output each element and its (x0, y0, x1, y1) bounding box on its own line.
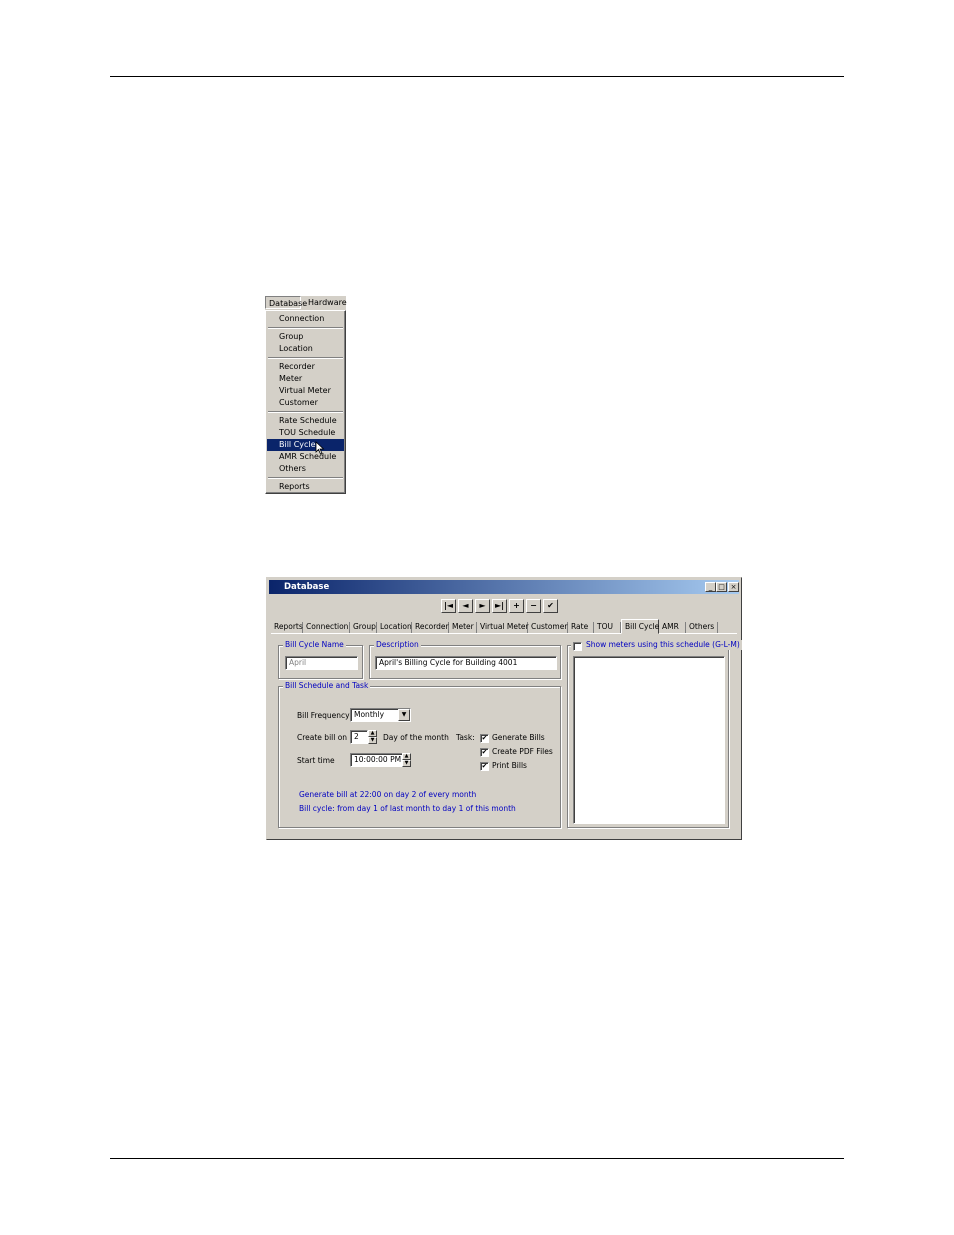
chevron-down-icon[interactable]: ▼ (398, 709, 410, 721)
mouse-pointer-icon (315, 441, 325, 455)
spin-down-icon[interactable]: ▼ (368, 737, 377, 744)
menu-item-tou-schedule[interactable]: TOU Schedule (267, 427, 344, 439)
menu-bar: Database Hardware (265, 296, 347, 310)
maximize-button[interactable]: □ (716, 582, 727, 592)
tab-others[interactable]: Others (686, 622, 718, 633)
menu-item-reports[interactable]: Reports (267, 481, 344, 493)
create-bill-day-input[interactable]: 2 (350, 730, 368, 744)
task-checkbox-create-pdf-files[interactable]: ✔ (480, 748, 489, 757)
menu-item-meter[interactable]: Meter (267, 373, 344, 385)
tab-recorder[interactable]: Recorder (412, 622, 449, 633)
tab-strip: Reports Connection Group Location Recorder Me… (271, 619, 739, 634)
bill-cycle-name-input[interactable]: April (285, 656, 358, 670)
task-label-create-pdf-files[interactable]: Create PDF Files (492, 747, 553, 757)
create-bill-stepper[interactable]: ▲ ▼ (368, 730, 377, 744)
description-label: Description (374, 640, 421, 650)
bill-cycle-name-group: Bill Cycle Name April (278, 640, 363, 679)
footer-rule (110, 1158, 844, 1159)
tab-virtual-meter[interactable]: Virtual Meter (477, 622, 529, 633)
header-rule (110, 76, 844, 77)
tab-divider (271, 633, 737, 634)
menu-item-bill-cycle[interactable]: Bill Cycle (267, 439, 344, 451)
add-record-button[interactable]: + (509, 599, 524, 613)
menu-item-others[interactable]: Others (267, 463, 344, 475)
delete-record-button[interactable]: − (526, 599, 541, 613)
menu-item-recorder[interactable]: Recorder (267, 361, 344, 373)
minimize-button[interactable]: _ (705, 582, 716, 592)
close-button[interactable]: × (728, 582, 739, 592)
next-record-button[interactable]: ► (475, 599, 490, 613)
spin-up-icon[interactable]: ▲ (402, 753, 411, 760)
menu-item-connection[interactable]: Connection (267, 313, 344, 325)
show-meters-checkbox[interactable] (573, 642, 582, 651)
first-record-button[interactable]: |◄ (441, 599, 456, 613)
task-label-generate-bills[interactable]: Generate Bills (492, 733, 545, 743)
tab-rate[interactable]: Rate (568, 622, 594, 633)
tab-connection[interactable]: Connection (303, 622, 350, 633)
bill-schedule-group: Bill Schedule and Task Bill Frequency Mo… (278, 681, 561, 828)
meters-group: Show meters using this schedule (G-L-M) (567, 640, 742, 828)
tab-tou[interactable]: TOU (594, 622, 621, 633)
last-record-button[interactable]: ►| (492, 599, 507, 613)
menu-item-group[interactable]: Group (267, 331, 344, 343)
tab-customer[interactable]: Customer (528, 622, 568, 633)
tab-location[interactable]: Location (377, 622, 412, 633)
tab-amr[interactable]: AMR (659, 622, 686, 633)
save-record-button[interactable]: ✔ (543, 599, 558, 613)
menu-separator (268, 411, 343, 413)
cycle-summary-text: Bill cycle: from day 1 of last month to … (299, 804, 516, 813)
bill-cycle-name-label: Bill Cycle Name (283, 640, 346, 650)
meters-list[interactable] (573, 656, 725, 824)
database-dropdown: Connection Group Location Recorder Meter Virt… (265, 310, 346, 494)
menu-database[interactable]: Database (265, 296, 307, 309)
task-checkbox-generate-bills[interactable]: ✔ (480, 734, 489, 743)
menu-item-amr-schedule[interactable]: AMR Schedule (267, 451, 344, 463)
tab-meter[interactable]: Meter (449, 622, 477, 633)
task-label-print-bills[interactable]: Print Bills (492, 761, 527, 771)
start-time-label: Start time (297, 756, 335, 765)
spin-up-icon[interactable]: ▲ (368, 730, 377, 737)
bill-schedule-title: Bill Schedule and Task (283, 681, 371, 691)
menu-hardware[interactable]: Hardware (305, 296, 350, 309)
create-bill-suffix: Day of the month (383, 733, 449, 742)
menu-separator (268, 477, 343, 479)
prev-record-button[interactable]: ◄ (458, 599, 473, 613)
menu-item-customer[interactable]: Customer (267, 397, 344, 409)
task-checkbox-print-bills[interactable]: ✔ (480, 762, 489, 771)
menu-item-virtual-meter[interactable]: Virtual Meter (267, 385, 344, 397)
start-time-input[interactable]: 10:00:00 PM (350, 753, 403, 767)
show-meters-label[interactable]: Show meters using this schedule (G-L-M) (584, 640, 742, 650)
menu-separator (268, 357, 343, 359)
title-bar[interactable]: Database _ □ × (269, 580, 739, 594)
create-bill-label: Create bill on (297, 733, 348, 742)
schedule-summary-text: Generate bill at 22:00 on day 2 of every… (299, 790, 477, 799)
task-label: Task: (456, 733, 475, 742)
description-group: Description April's Billing Cycle for Bu… (369, 640, 561, 679)
menu-separator (268, 327, 343, 329)
bill-frequency-label: Bill Frequency (297, 711, 350, 720)
menu-item-location[interactable]: Location (267, 343, 344, 355)
database-window: Database _ □ × |◄ ◄ ► ►| + − ✔ Reports Connecti… (266, 577, 742, 840)
tab-bill-cycle[interactable]: Bill Cycle (621, 619, 659, 634)
menu-item-rate-schedule[interactable]: Rate Schedule (267, 415, 344, 427)
description-input[interactable]: April's Billing Cycle for Building 4001 (375, 656, 557, 670)
window-title: Database (284, 582, 330, 592)
tab-reports[interactable]: Reports (271, 622, 303, 633)
start-time-stepper[interactable]: ▲ ▼ (402, 753, 411, 767)
spin-down-icon[interactable]: ▼ (402, 760, 411, 767)
tab-group[interactable]: Group (350, 622, 377, 633)
database-menu-screenshot: Database Hardware Connection Group Locatio… (265, 296, 347, 494)
